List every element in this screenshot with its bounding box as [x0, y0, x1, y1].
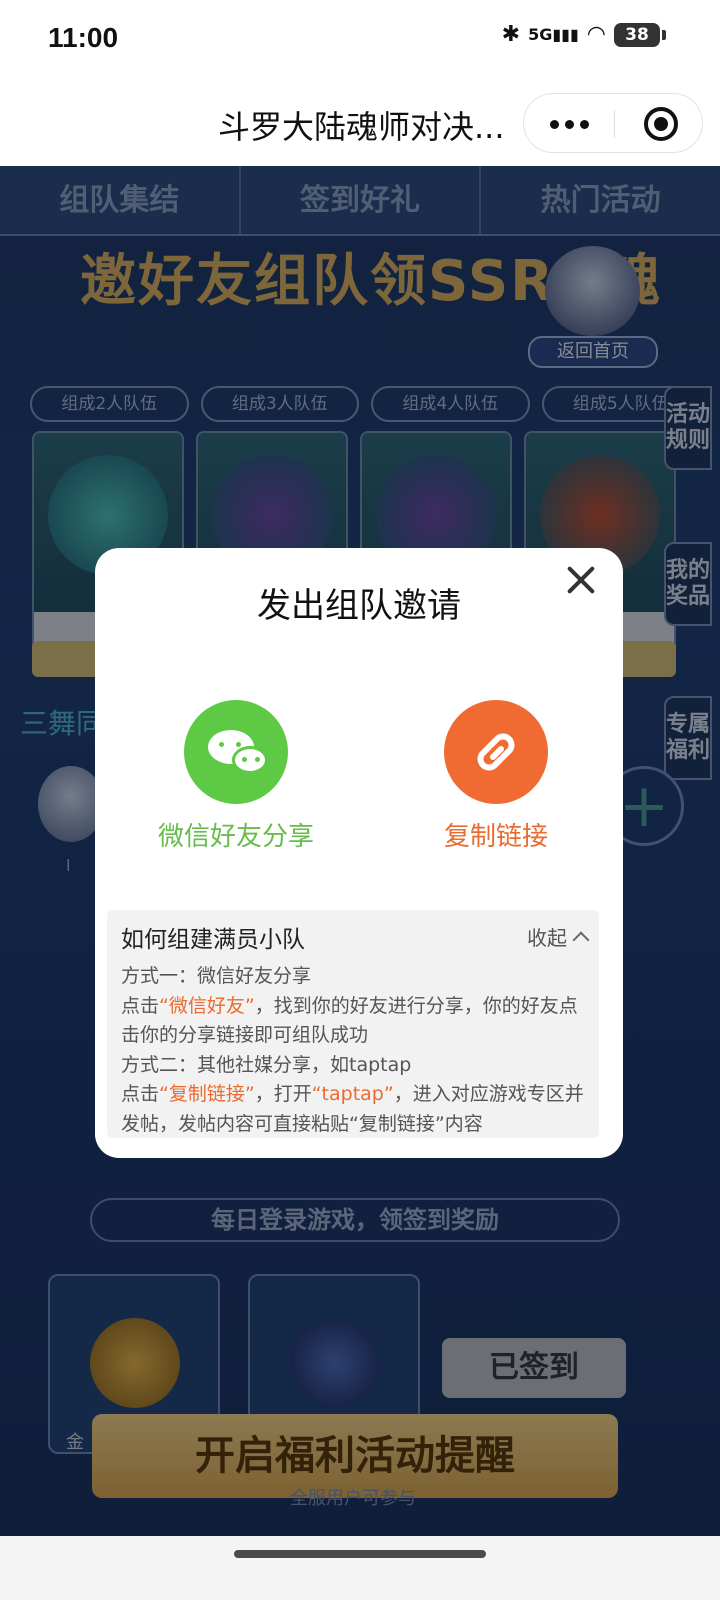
- modal-title: 发出组队邀请: [257, 586, 461, 626]
- capsule-divider: [614, 110, 615, 138]
- more-button[interactable]: [524, 94, 614, 154]
- title-bar: 斗罗大陆魂师对决...: [0, 80, 720, 166]
- howto-panel: 如何组建满员小队 收起 方式一：微信好友分享 点击“微信好友”，找到你的好友进行…: [107, 910, 599, 1138]
- page-title: 斗罗大陆魂师对决...: [218, 108, 505, 146]
- wechat-share-label: 微信好友分享: [157, 822, 314, 852]
- invite-modal: 发出组队邀请 微信好友分享 复制链接 如何组建满员小队 收起 方式一：微信好友分…: [95, 548, 623, 1158]
- status-time: 11:00: [48, 22, 119, 53]
- dot-icon: [564, 119, 574, 129]
- howto-body: 方式一：微信好友分享 点击“微信好友”，找到你的好友进行分享，你的好友点击你的分…: [121, 962, 591, 1139]
- home-indicator[interactable]: [234, 1550, 486, 1558]
- collapse-toggle[interactable]: 收起: [527, 922, 590, 951]
- exit-mini-program-icon[interactable]: [644, 107, 678, 141]
- signal-icon: 5G▮▮▮: [528, 25, 579, 44]
- battery-icon: 38: [614, 22, 666, 47]
- chevron-up-icon: [572, 931, 590, 948]
- link-icon: [444, 700, 548, 804]
- copy-link-button[interactable]: 复制链接: [411, 700, 581, 853]
- mini-program-capsule: [523, 93, 703, 153]
- dot-icon: [579, 119, 589, 129]
- howto-line: 点击“微信好友”，找到你的好友进行分享，你的好友点击你的分享链接即可组队成功: [121, 994, 578, 1047]
- copy-link-label: 复制链接: [443, 822, 548, 852]
- dot-icon: [549, 119, 559, 129]
- wifi-icon: ◠: [586, 22, 606, 47]
- bottom-safe-area: [0, 1536, 720, 1600]
- status-icons: ✱ 5G▮▮▮ ◠ 38: [501, 22, 666, 47]
- wechat-icon: [184, 700, 288, 804]
- wechat-share-button[interactable]: 微信好友分享: [151, 700, 321, 853]
- howto-title: 如何组建满员小队: [121, 927, 305, 953]
- howto-line: 方式一：微信好友分享: [121, 965, 312, 987]
- status-bar: 11:00 ✱ 5G▮▮▮ ◠ 38: [0, 0, 720, 80]
- close-icon[interactable]: [561, 560, 601, 600]
- collapse-label: 收起: [527, 926, 567, 950]
- bluetooth-icon: ✱: [501, 22, 521, 47]
- howto-line: 点击“复制链接”，打开“taptap”，进入对应游戏专区并发帖，发帖内容可直接粘…: [121, 1083, 584, 1135]
- howto-line: 方式二：其他社媒分享，如taptap: [121, 1053, 412, 1076]
